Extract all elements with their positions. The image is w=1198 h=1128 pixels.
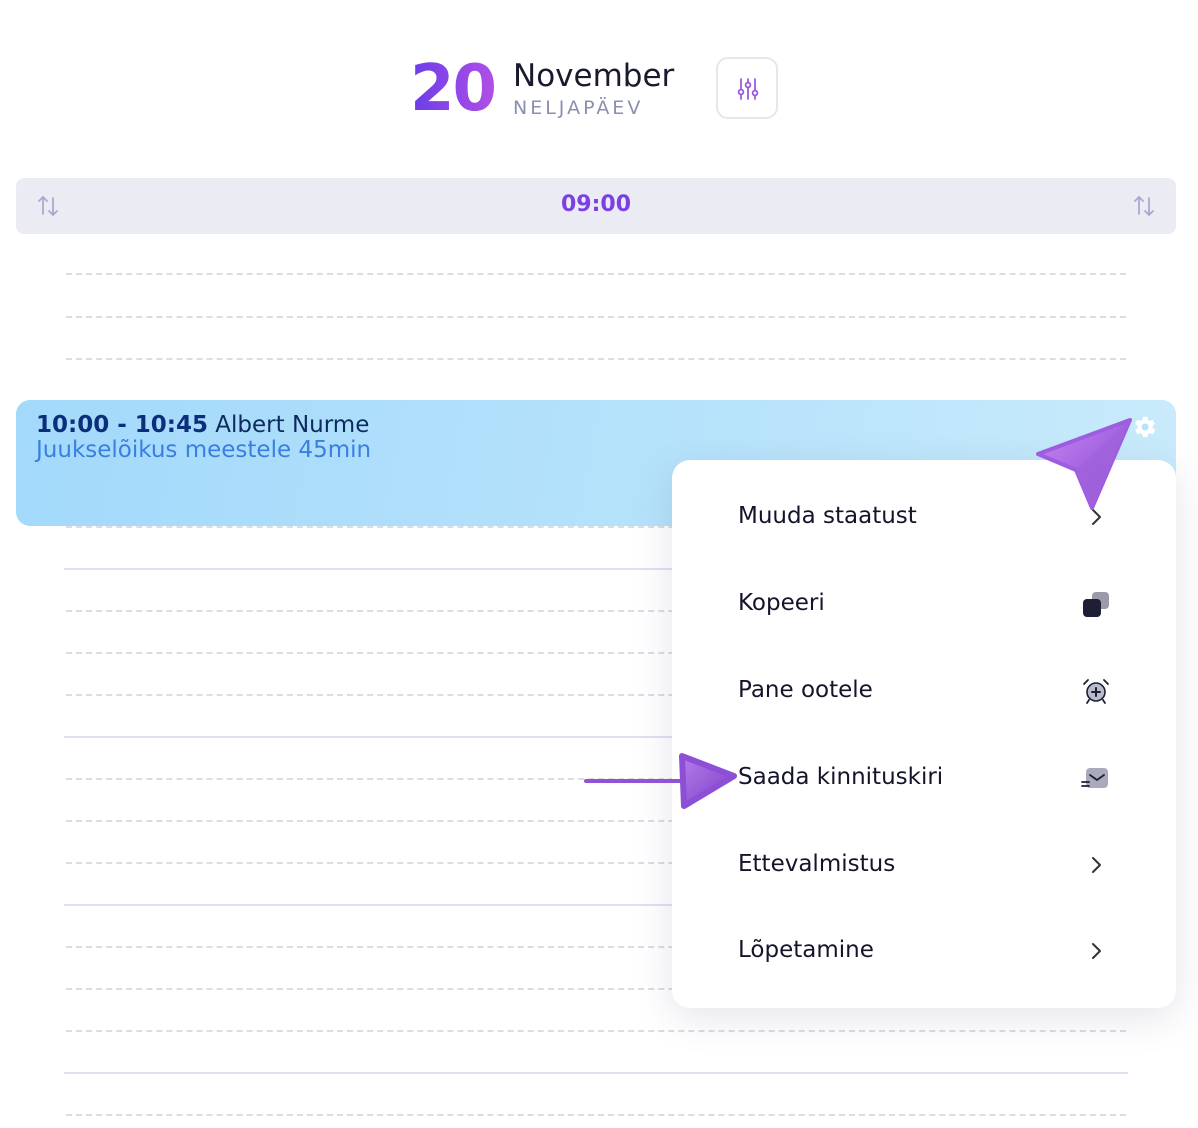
appointment-service: Juukselõikus meestele 45min	[36, 437, 372, 463]
menu-item-label: Muuda staatust	[738, 503, 917, 529]
menu-item-preparation[interactable]: Ettevalmistus	[672, 822, 1176, 908]
pointer-cursor-icon	[1036, 418, 1132, 510]
appointment-time: 10:00 - 10:45	[36, 412, 208, 438]
menu-item-label: Pane ootele	[738, 677, 873, 703]
mail-send-icon	[1081, 768, 1108, 788]
arrow-pointer-icon	[584, 753, 737, 809]
appointment-context-menu: Muuda staatust Kopeeri Pane ootele Saada…	[672, 460, 1176, 1008]
menu-item-label: Ettevalmistus	[738, 851, 896, 877]
menu-item-send-confirmation[interactable]: Saada kinnituskiri	[672, 735, 1176, 821]
appointment-client: Albert Nurme	[215, 412, 370, 438]
chevron-right-icon	[1092, 943, 1101, 959]
menu-item-put-on-hold[interactable]: Pane ootele	[672, 648, 1176, 734]
copy-icon	[1083, 592, 1109, 617]
alarm-add-icon	[1083, 679, 1109, 704]
menu-item-label: Lõpetamine	[738, 937, 874, 963]
chevron-right-icon	[1092, 857, 1101, 873]
menu-item-label: Saada kinnituskiri	[738, 764, 944, 790]
menu-item-label: Kopeeri	[738, 590, 825, 616]
appointment-title: 10:00 - 10:45 Albert Nurme	[36, 412, 369, 438]
menu-item-finishing[interactable]: Lõpetamine	[672, 908, 1176, 994]
menu-item-copy[interactable]: Kopeeri	[672, 561, 1176, 647]
